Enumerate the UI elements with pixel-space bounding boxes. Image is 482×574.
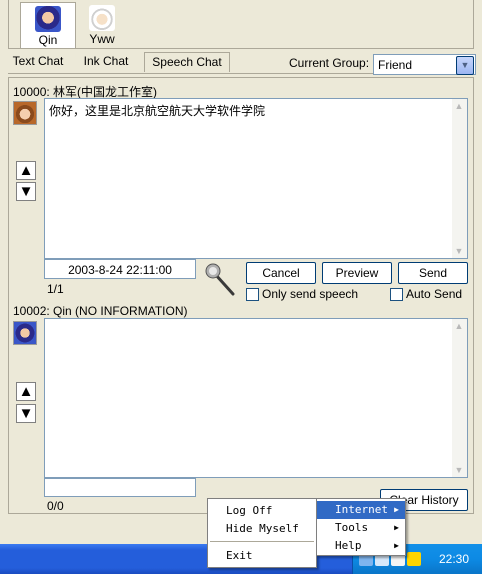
- scroll-down-icon[interactable]: ▼: [453, 464, 465, 476]
- incoming-message-counter: 1/1: [47, 282, 64, 296]
- microphone-icon[interactable]: [203, 262, 237, 296]
- next-outgoing-button[interactable]: ▼: [16, 404, 36, 423]
- tray-context-menu: Log Off Hide Myself Exit: [207, 498, 317, 568]
- previous-outgoing-button[interactable]: ▲: [16, 382, 36, 401]
- next-message-button[interactable]: ▼: [16, 182, 36, 201]
- preview-button[interactable]: Preview: [322, 262, 392, 284]
- yww-avatar-icon: [89, 5, 115, 31]
- contact-name: Yww: [89, 32, 115, 46]
- scroll-up-icon[interactable]: ▲: [453, 320, 465, 332]
- scroll-up-icon[interactable]: ▲: [453, 100, 465, 112]
- menu-item-log-off[interactable]: Log Off: [208, 502, 316, 520]
- qin-avatar-icon: [35, 6, 61, 32]
- submenu-arrow-icon: ▶: [394, 523, 399, 532]
- outgoing-timestamp: [44, 478, 196, 497]
- contact-name: Qin: [38, 33, 58, 47]
- menu-item-exit[interactable]: Exit: [208, 547, 316, 565]
- menu-item-hide-myself[interactable]: Hide Myself: [208, 520, 316, 538]
- cancel-button[interactable]: Cancel: [246, 262, 316, 284]
- only-send-speech-label: Only send speech: [262, 287, 359, 301]
- current-group-label: Current Group:: [289, 56, 370, 70]
- contact-yww[interactable]: Yww: [74, 2, 130, 48]
- chevron-down-icon[interactable]: ▼: [456, 56, 474, 75]
- menu-item-label: Internet: [335, 503, 388, 516]
- auto-send-label: Auto Send: [406, 287, 463, 301]
- menu-separator: [210, 541, 314, 542]
- menu-item-help[interactable]: Help ▶: [317, 537, 405, 555]
- outgoing-scrollbar[interactable]: ▲ ▼: [452, 319, 467, 477]
- incoming-scrollbar[interactable]: ▲ ▼: [452, 99, 467, 258]
- sub-context-menu: Internet ▶ Tools ▶ Help ▶: [316, 498, 406, 556]
- menu-item-label: Tools: [335, 521, 369, 534]
- im-tray-icon[interactable]: [407, 552, 421, 566]
- submenu-arrow-icon: ▶: [394, 541, 399, 550]
- outgoing-message-box[interactable]: ▲ ▼: [44, 318, 468, 478]
- auto-send-checkbox[interactable]: [390, 288, 403, 301]
- tab-speech-chat[interactable]: Speech Chat: [144, 52, 230, 72]
- group-select-value: Friend: [378, 58, 413, 72]
- submenu-arrow-icon: ▶: [394, 505, 399, 514]
- incoming-message-text: 你好，这里是北京航空航天大学软件学院: [49, 104, 266, 118]
- tab-ink-chat[interactable]: Ink Chat: [78, 52, 134, 72]
- menu-item-label: Help: [335, 539, 362, 552]
- self-header: 10002: Qin (NO INFORMATION): [13, 304, 188, 318]
- sender-avatar-icon: [13, 101, 37, 125]
- outgoing-message-counter: 0/0: [47, 499, 64, 513]
- group-select[interactable]: Friend ▼: [373, 54, 476, 75]
- taskbar-clock: 22:30: [439, 552, 470, 566]
- self-avatar-icon: [13, 321, 37, 345]
- contact-qin[interactable]: Qin: [20, 2, 76, 48]
- tab-text-chat[interactable]: Text Chat: [8, 52, 68, 72]
- send-button[interactable]: Send: [398, 262, 468, 284]
- menu-item-tools[interactable]: Tools ▶: [317, 519, 405, 537]
- menu-item-internet[interactable]: Internet ▶: [317, 501, 405, 519]
- message-timestamp: 2003-8-24 22:11:00: [44, 259, 196, 279]
- scroll-down-icon[interactable]: ▼: [453, 245, 465, 257]
- incoming-message-box: 你好，这里是北京航空航天大学软件学院 ▲ ▼: [44, 98, 468, 259]
- only-send-speech-checkbox[interactable]: [246, 288, 259, 301]
- previous-message-button[interactable]: ▲: [16, 161, 36, 180]
